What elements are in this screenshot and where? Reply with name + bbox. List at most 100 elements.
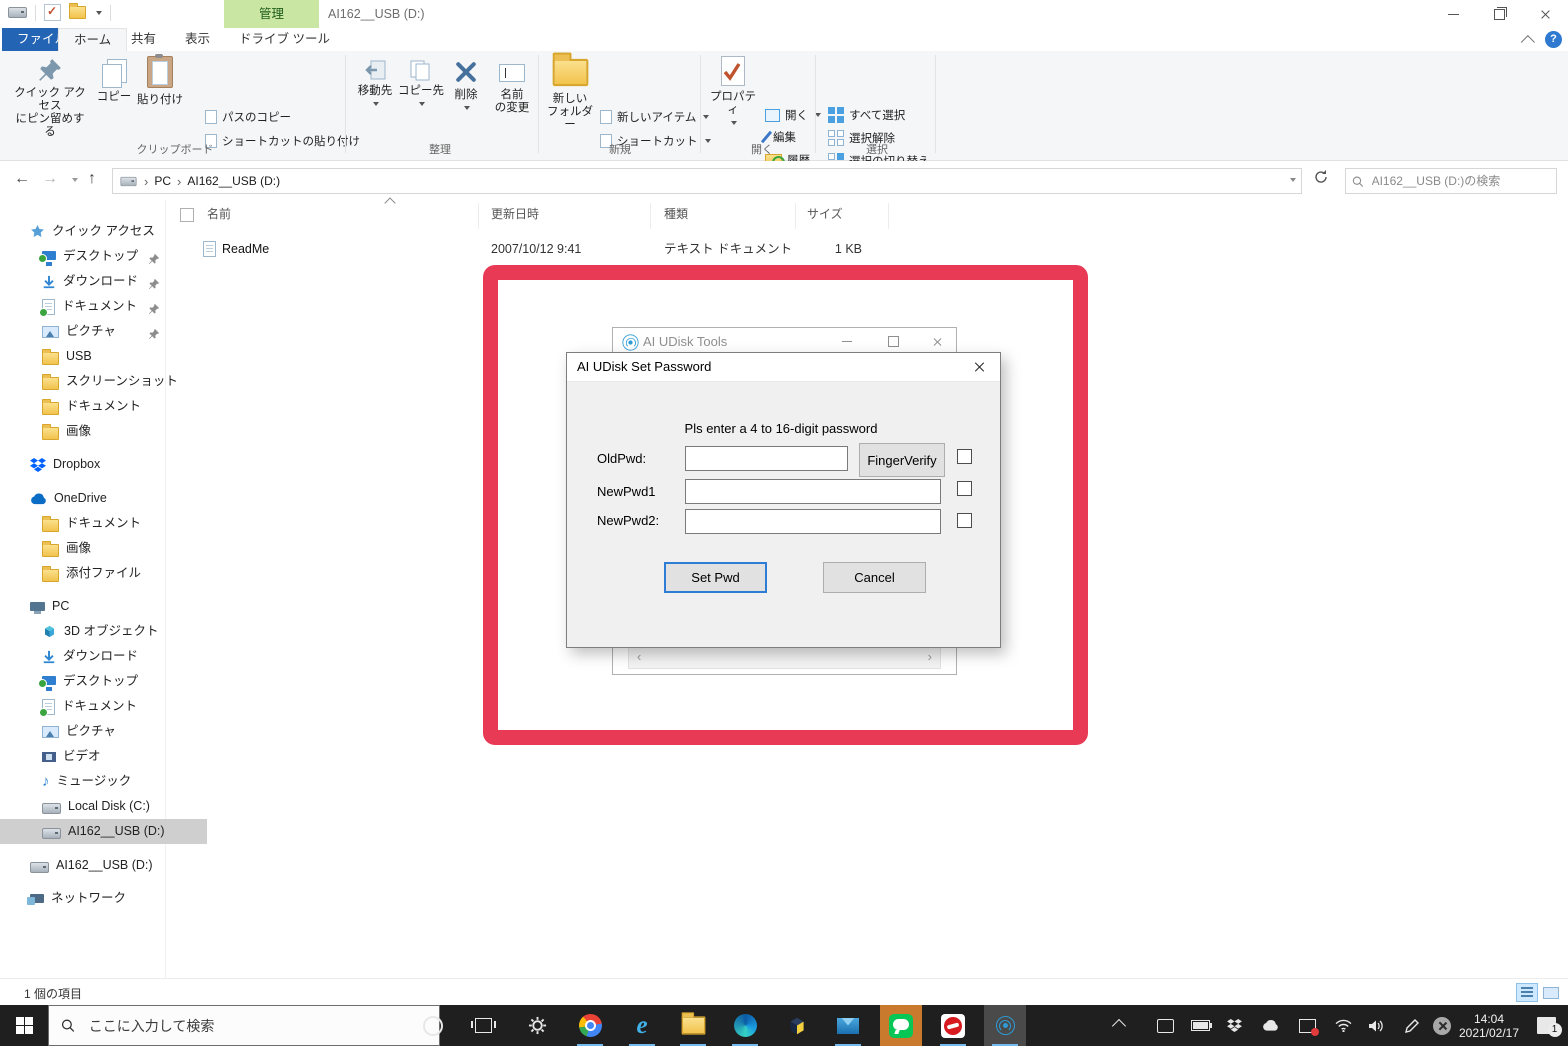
tab-view[interactable]: 表示 xyxy=(170,28,225,51)
trend-micro-taskbar-button[interactable] xyxy=(932,1005,974,1046)
sidebar-item-documents[interactable]: ドキュメント xyxy=(0,294,207,319)
select-all-button[interactable]: すべて選択 xyxy=(828,107,905,123)
sidebar-item-music[interactable]: ♪ ミュージック xyxy=(0,769,207,794)
breadcrumb-pc[interactable]: PC xyxy=(154,174,171,188)
sidebar-item-pc-documents[interactable]: ドキュメント xyxy=(0,694,207,719)
sidebar-item-usb-drive-selected[interactable]: AI162__USB (D:) xyxy=(0,819,207,844)
sidebar-item-screenshots[interactable]: スクリーンショット xyxy=(0,369,207,394)
column-header-modified[interactable]: 更新日時 xyxy=(491,205,539,222)
start-button[interactable] xyxy=(0,1005,48,1046)
paste-button[interactable]: 貼り付け xyxy=(136,54,184,107)
file-row-readme[interactable]: ReadMe 2007/10/12 9:41 テキスト ドキュメント 1 KB xyxy=(166,236,916,262)
cube-app-taskbar-button[interactable] xyxy=(776,1005,818,1046)
sidebar-item-downloads[interactable]: ダウンロード xyxy=(0,269,207,294)
new-folder-button[interactable]: 新しい フォルダー xyxy=(544,52,596,132)
dialog-close-button[interactable] xyxy=(958,353,1000,381)
edge-taskbar-button[interactable] xyxy=(724,1005,766,1046)
forward-button[interactable]: → xyxy=(42,170,58,188)
taskbar-search[interactable] xyxy=(48,1005,440,1046)
copy-path-button[interactable]: パスのコピー xyxy=(205,109,291,125)
settings-button[interactable] xyxy=(516,1005,558,1046)
open-button[interactable]: 開く xyxy=(765,107,821,123)
tray-remove-hardware-button[interactable] xyxy=(1428,1005,1456,1046)
new-pwd1-input[interactable] xyxy=(685,479,941,504)
column-header-type[interactable]: 種類 xyxy=(664,205,688,222)
sidebar-item-videos[interactable]: ビデオ xyxy=(0,744,207,769)
finger-verify-button[interactable]: FingerVerify xyxy=(859,443,945,477)
sidebar-item-pc[interactable]: PC xyxy=(0,594,195,619)
sidebar-item-images-folder[interactable]: 画像 xyxy=(0,419,207,444)
new-pwd2-input[interactable] xyxy=(685,509,941,534)
help-icon[interactable]: ? xyxy=(1545,31,1562,48)
new-folder-qat-button[interactable] xyxy=(69,3,86,19)
sidebar-item-network[interactable]: ネットワーク xyxy=(0,886,195,911)
tray-dropbox-button[interactable] xyxy=(1219,1005,1249,1046)
tools-maximize-button[interactable] xyxy=(876,328,910,355)
tray-overflow-button[interactable] xyxy=(1104,1005,1134,1046)
mail-taskbar-button[interactable] xyxy=(827,1005,869,1046)
new-item-button[interactable]: 新しいアイテム xyxy=(600,109,710,125)
delete-button[interactable]: 削除 xyxy=(446,59,486,115)
rename-button[interactable]: 名前 の変更 xyxy=(490,59,534,115)
recent-locations-button[interactable] xyxy=(72,178,78,182)
tab-drive-tools[interactable]: ドライブ ツール xyxy=(224,28,345,51)
properties-button[interactable]: プロパティ xyxy=(708,56,758,130)
new-pwd1-checkbox[interactable] xyxy=(957,481,972,496)
tab-share[interactable]: 共有 xyxy=(116,28,171,51)
old-pwd-checkbox[interactable] xyxy=(957,449,972,464)
internet-explorer-taskbar-button[interactable]: e xyxy=(621,1005,663,1046)
notification-center-button[interactable]: 1 xyxy=(1528,1005,1564,1046)
chrome-taskbar-button[interactable] xyxy=(569,1005,611,1046)
sidebar-item-dropbox[interactable]: Dropbox xyxy=(0,452,195,477)
tab-manage-context[interactable]: 管理 xyxy=(224,0,319,28)
file-explorer-taskbar-button[interactable] xyxy=(672,1005,714,1046)
explorer-search[interactable] xyxy=(1345,168,1557,194)
sidebar-item-usb-drive[interactable]: AI162__USB (D:) xyxy=(0,853,195,878)
scroll-left-icon[interactable]: ‹ xyxy=(637,649,641,664)
sidebar-item-documents-folder[interactable]: ドキュメント xyxy=(0,394,207,419)
taskbar-clock[interactable]: 14:04 2021/02/17 xyxy=(1453,1005,1525,1046)
sidebar-item-pc-downloads[interactable]: ダウンロード xyxy=(0,644,207,669)
tray-onedrive-button[interactable] xyxy=(1255,1005,1285,1046)
tray-wifi-button[interactable] xyxy=(1328,1005,1358,1046)
tools-scrollbar[interactable]: ‹ › xyxy=(628,646,941,669)
restore-button[interactable] xyxy=(1476,0,1522,28)
copy-to-button[interactable]: コピー先 xyxy=(398,59,444,111)
sidebar-item-local-disk-c[interactable]: Local Disk (C:) xyxy=(0,794,207,819)
tray-battery-button[interactable] xyxy=(1185,1005,1215,1046)
copy-button[interactable]: コピー xyxy=(94,59,134,104)
old-pwd-input[interactable] xyxy=(685,446,848,471)
close-button[interactable] xyxy=(1522,0,1568,28)
task-view-button[interactable] xyxy=(462,1005,504,1046)
breadcrumb[interactable]: › PC › AI162__USB (D:) xyxy=(112,168,1302,194)
column-header-name[interactable]: 名前 xyxy=(207,205,231,222)
pin-to-quick-access-button[interactable]: クイック アクセス にピン留めする xyxy=(14,57,86,139)
cancel-button[interactable]: Cancel xyxy=(823,562,926,593)
properties-qat-button[interactable]: ✓ xyxy=(44,4,61,21)
sidebar-item-3d-objects[interactable]: 3D オブジェクト xyxy=(0,619,207,644)
address-dropdown-button[interactable] xyxy=(1290,178,1296,182)
thumbnail-view-button[interactable] xyxy=(1540,983,1562,1002)
tray-display-button[interactable] xyxy=(1150,1005,1180,1046)
up-button[interactable]: ↑ xyxy=(88,170,96,188)
scroll-right-icon[interactable]: › xyxy=(928,649,932,664)
sidebar-item-attachments[interactable]: 添付ファイル xyxy=(0,561,207,586)
minimize-button[interactable] xyxy=(1430,0,1476,28)
tray-security-button[interactable] xyxy=(1292,1005,1322,1046)
sidebar-item-pc-desktop[interactable]: デスクトップ xyxy=(0,669,207,694)
tools-minimize-button[interactable] xyxy=(830,328,864,355)
set-pwd-button[interactable]: Set Pwd xyxy=(664,562,767,593)
new-pwd2-checkbox[interactable] xyxy=(957,513,972,528)
sidebar-item-pictures[interactable]: ピクチャ xyxy=(0,319,207,344)
tray-volume-button[interactable] xyxy=(1361,1005,1391,1046)
sidebar-item-onedrive-documents[interactable]: ドキュメント xyxy=(0,511,207,536)
back-button[interactable]: ← xyxy=(14,170,30,188)
qat-customize-button[interactable] xyxy=(96,10,102,15)
sidebar-item-pc-pictures[interactable]: ピクチャ xyxy=(0,719,207,744)
line-taskbar-button[interactable] xyxy=(880,1005,922,1046)
tray-pen-button[interactable] xyxy=(1398,1005,1426,1046)
refresh-button[interactable] xyxy=(1313,169,1329,188)
breadcrumb-drive[interactable]: AI162__USB (D:) xyxy=(187,174,280,188)
sidebar-item-onedrive-images[interactable]: 画像 xyxy=(0,536,207,561)
sidebar-item-onedrive[interactable]: OneDrive xyxy=(0,486,195,511)
